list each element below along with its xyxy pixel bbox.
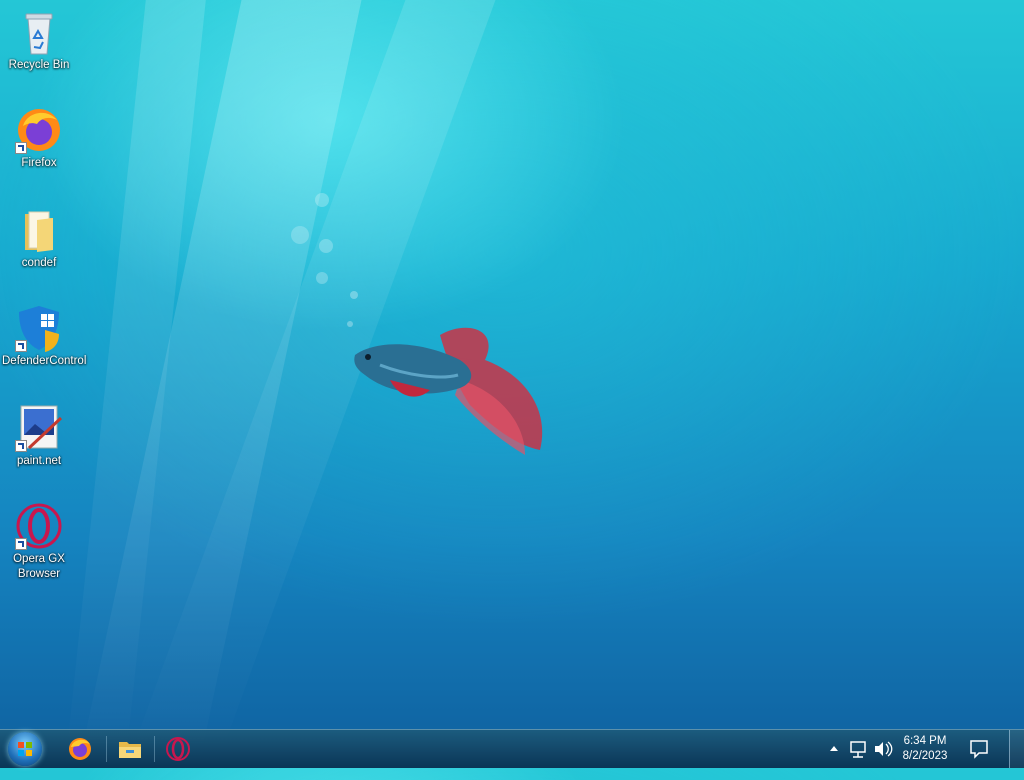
desktop-icon-firefox[interactable]: Firefox (2, 106, 76, 171)
file-explorer-icon (119, 742, 141, 758)
network-tray-button[interactable] (848, 730, 870, 768)
desktop-icon-label: Opera GX Browser (13, 553, 65, 580)
opera-gx-icon (15, 502, 63, 550)
start-button[interactable] (8, 732, 42, 766)
firefox-icon (15, 106, 63, 154)
volume-icon (875, 741, 893, 757)
bubbles (291, 193, 358, 327)
opera-gx-icon (166, 737, 190, 761)
recycle-bin-icon (15, 8, 63, 56)
shortcut-arrow-icon (15, 340, 27, 352)
volume-tray-button[interactable] (872, 730, 894, 768)
desktop-icon-label: Firefox (21, 157, 57, 169)
desktop-icon-condef[interactable]: condef (2, 206, 76, 271)
clock-time: 6:34 PM (903, 735, 947, 747)
taskbar-opera-gx-button[interactable] (160, 733, 196, 765)
shortcut-arrow-icon (15, 142, 27, 154)
shortcut-arrow-icon (15, 538, 27, 550)
taskbar-file-explorer-button[interactable] (112, 733, 148, 765)
firefox-icon (69, 738, 91, 760)
desktop-icon-label: condef (21, 257, 57, 269)
taskbar-clock[interactable]: 6:34 PM 8/2/2023 (900, 734, 950, 764)
light-ray (63, 0, 210, 780)
desktop-icon-label: Recycle Bin (8, 59, 70, 71)
action-center-button[interactable] (966, 730, 992, 768)
betta-fish (354, 327, 543, 455)
desktop-icon-label: DefenderControl (2, 355, 87, 367)
desktop-icon-defendercontrol[interactable]: DefenderControl (2, 304, 87, 369)
paint-net-icon (15, 404, 63, 452)
windows-logo-icon (18, 742, 32, 756)
light-ray (75, 0, 371, 780)
desktop-icon-opera-gx[interactable]: Opera GX Browser (2, 502, 76, 582)
taskbar: 6:34 PM 8/2/2023 (0, 729, 1024, 768)
desktop-icon-recycle-bin[interactable]: Recycle Bin (2, 8, 76, 73)
shortcut-arrow-icon (15, 440, 27, 452)
defender-control-icon (15, 304, 63, 352)
show-desktop-button[interactable] (1009, 730, 1024, 768)
show-hidden-icons-icon (830, 746, 838, 751)
show-hidden-icons-button[interactable] (826, 730, 842, 768)
taskbar-firefox-button[interactable] (62, 733, 98, 765)
desktop-icon-label: paint.net (16, 455, 62, 467)
clock-date: 8/2/2023 (902, 750, 948, 762)
desktop-icon-paint-net[interactable]: paint.net (2, 404, 76, 469)
folder-icon (15, 206, 63, 254)
notification-icon (970, 740, 988, 759)
taskbar-separator (154, 736, 155, 762)
network-icon (850, 741, 866, 758)
taskbar-separator (106, 736, 107, 762)
